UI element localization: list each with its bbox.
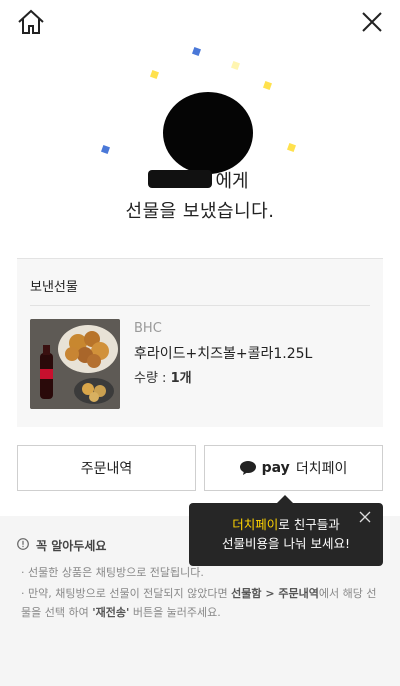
tooltip-text: 더치페이로 친구들과 선물비용을 나눠 보세요! (222, 517, 350, 551)
product-image (30, 319, 120, 409)
confetti-piece (263, 81, 272, 90)
close-icon[interactable] (358, 8, 386, 36)
confetti-piece (150, 70, 159, 79)
sent-message: 선물을 보냈습니다. (125, 201, 275, 222)
product-name: 후라이드+치즈볼+콜라1.25L (134, 346, 313, 362)
gift-section-title: 보낸선물 (30, 280, 78, 295)
brand-name: BHC (134, 321, 162, 336)
notice-item: · 만약, 채팅방으로 선물이 전달되지 않았다면 선물함 > 주문내역에서 해… (21, 587, 377, 619)
notice-item: · 선물한 상품은 채팅방으로 전달됩니다. (21, 566, 204, 579)
dutch-pay-label: 더치페이 (295, 461, 348, 477)
divider (30, 305, 370, 306)
confetti-piece (231, 61, 240, 70)
order-history-label: 주문내역 (80, 461, 133, 477)
order-history-button[interactable]: 주문내역 (17, 445, 196, 491)
home-icon[interactable] (16, 8, 46, 36)
chat-bubble-icon (239, 461, 256, 475)
tooltip-arrow (277, 495, 293, 503)
info-icon (17, 538, 29, 550)
confetti-piece (287, 143, 296, 152)
avatar (163, 92, 253, 174)
dutch-pay-tooltip: 더치페이로 친구들과 선물비용을 나눠 보세요! (189, 503, 383, 566)
redacted-recipient-name (148, 170, 212, 188)
gift-card: 보낸선물 BHC 후라이드+치즈볼+콜라1.25L 수량 : 1개 (17, 258, 383, 427)
top-bar (0, 0, 400, 44)
confetti-piece (101, 145, 110, 154)
notice-title: 꼭 알아두세요 (36, 539, 107, 553)
confetti-piece (192, 47, 201, 56)
dutch-pay-button[interactable]: pay 더치페이 (204, 445, 383, 491)
pay-logo: pay (261, 460, 290, 476)
quantity: 수량 : 1개 (134, 371, 192, 386)
